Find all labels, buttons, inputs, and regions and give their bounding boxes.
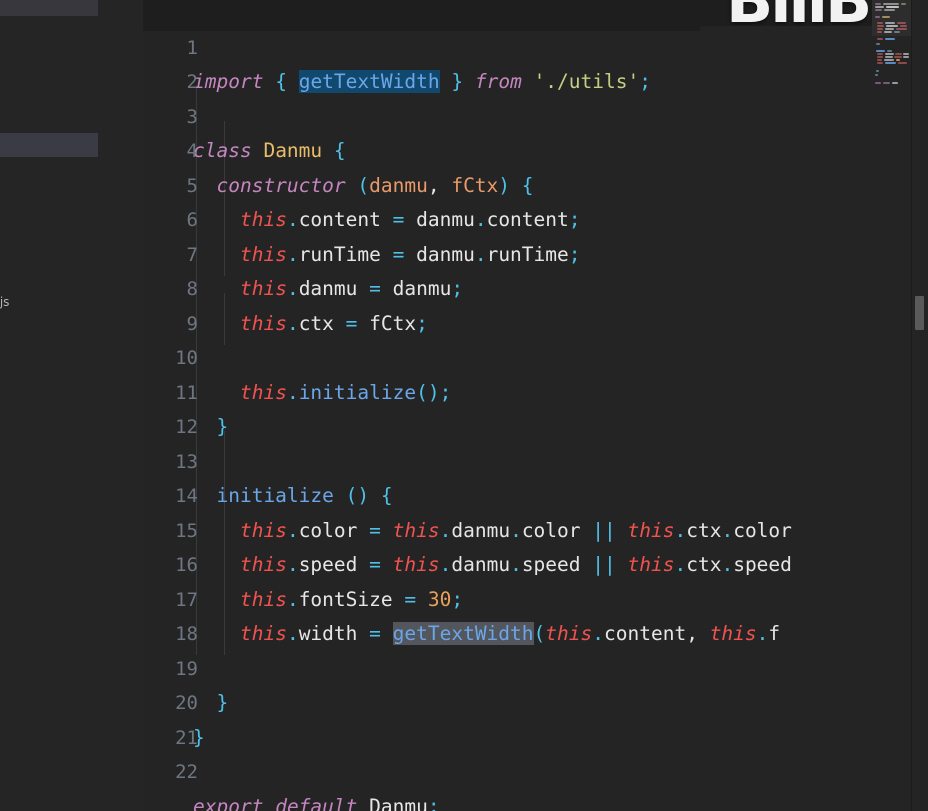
code-line[interactable]: 4 constructor (danmu, fCtx) {: [143, 100, 872, 197]
code-line[interactable]: 5 this.content = danmu.content;: [143, 134, 872, 232]
editor-window: .js 1 import { getTextWidth } from './ut…: [0, 0, 928, 811]
code-line[interactable]: 14 this.color = this.danmu.color || this…: [143, 445, 872, 542]
code-line[interactable]: 13 initialize () {: [143, 410, 872, 508]
code-line[interactable]: 7 this.danmu = danmu;: [143, 203, 872, 301]
code-lines[interactable]: 1 import { getTextWidth } from './utils'…: [143, 0, 872, 811]
line-number: 22: [175, 761, 198, 783]
minimap-slider[interactable]: [872, 0, 912, 36]
explorer-file-label[interactable]: .js: [0, 295, 9, 309]
code-line[interactable]: 15 this.speed = this.danmu.speed || this…: [143, 479, 872, 577]
minimap[interactable]: [872, 0, 912, 811]
code-line[interactable]: 19 }: [143, 617, 872, 715]
code-line[interactable]: 12: [143, 376, 872, 438]
code-line[interactable]: 16 this.fontSize = 30;: [143, 514, 872, 611]
code-line[interactable]: 21: [143, 686, 872, 749]
code-editor-pane[interactable]: 1 import { getTextWidth } from './utils'…: [143, 0, 928, 811]
code-line[interactable]: 8 this.ctx = fCtx;: [143, 238, 872, 335]
explorer-row-selected[interactable]: [0, 133, 98, 157]
vertical-scrollbar-thumb[interactable]: [915, 296, 924, 330]
watermark-clip-mask: [700, 26, 880, 46]
vertical-scrollbar-track[interactable]: [912, 0, 928, 811]
code-line[interactable]: 18: [143, 583, 872, 645]
code-line[interactable]: 10 this.initialize();: [143, 307, 872, 404]
file-explorer-sidebar[interactable]: .js: [0, 0, 143, 811]
code-line[interactable]: 6 this.runTime = danmu.runTime;: [143, 169, 872, 266]
code-line[interactable]: 22 export default Danmu;: [143, 721, 872, 811]
code-line[interactable]: 17 this.width = getTextWidth(this.conten…: [143, 548, 872, 645]
code-line[interactable]: 3 class Danmu {: [143, 65, 872, 163]
line-content[interactable]: export default Danmu;: [193, 790, 440, 811]
explorer-row-top[interactable]: [0, 0, 98, 16]
code-line[interactable]: 9: [143, 272, 872, 335]
code-line[interactable]: 11 }: [143, 341, 872, 439]
code-line[interactable]: 20 }: [143, 652, 872, 749]
